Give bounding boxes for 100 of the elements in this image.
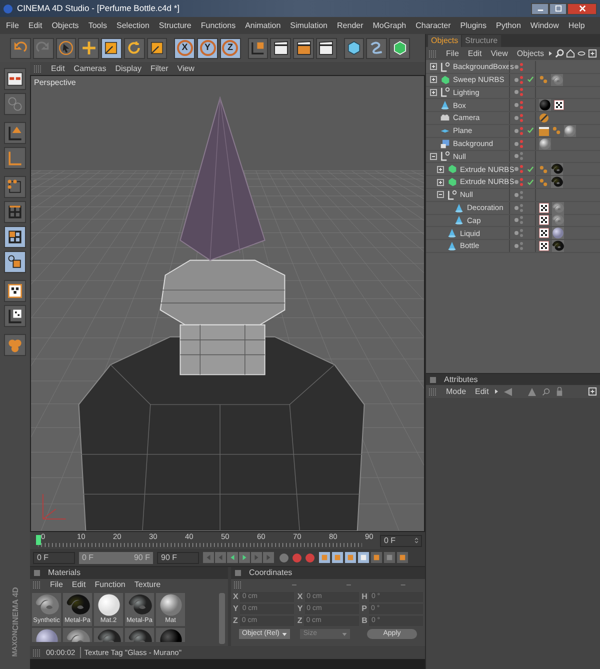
panel-tab[interactable]: Objects: [428, 35, 462, 47]
material-thumbnail[interactable]: [63, 628, 92, 642]
panel-menu-item[interactable]: File: [50, 579, 63, 591]
grip-icon[interactable]: [234, 581, 242, 589]
visibility-dots-icon[interactable]: [514, 151, 524, 162]
tool-button[interactable]: [56, 38, 76, 58]
visibility-dots-icon[interactable]: [514, 87, 524, 98]
record-button[interactable]: [291, 552, 302, 563]
key-mode-button[interactable]: [384, 552, 395, 563]
material-thumbnail[interactable]: [125, 628, 154, 642]
menu-item[interactable]: Objects: [52, 20, 79, 32]
visibility-dots-icon[interactable]: [514, 62, 524, 72]
expand-icon[interactable]: [430, 76, 437, 84]
visibility-dots-icon[interactable]: [514, 177, 524, 188]
record-button[interactable]: [304, 552, 315, 563]
panel-menu-item[interactable]: Objects: [516, 48, 544, 60]
panel-menu-item[interactable]: Edit: [72, 579, 86, 591]
expand-icon[interactable]: [437, 166, 444, 173]
new-panel-icon[interactable]: [588, 387, 597, 396]
visibility-dots-icon[interactable]: [514, 74, 524, 85]
material-thumbnail[interactable]: [94, 628, 123, 642]
checker-tag-icon[interactable]: [539, 241, 549, 252]
menu-item[interactable]: Simulation: [290, 20, 328, 32]
mode-button[interactable]: [4, 251, 26, 273]
visibility-dots-icon[interactable]: [514, 100, 524, 110]
panel-menu-item[interactable]: File: [446, 48, 459, 60]
tool-button[interactable]: [344, 38, 364, 58]
dots-tag-icon[interactable]: [539, 164, 548, 174]
axis-lock-button[interactable]: Y: [197, 38, 218, 58]
expand-icon[interactable]: [430, 63, 437, 70]
panel-menu-item[interactable]: Edit: [468, 48, 482, 60]
check-icon[interactable]: [527, 127, 534, 134]
grip-icon[interactable]: [33, 648, 41, 656]
panel-menu-item[interactable]: Edit: [475, 386, 489, 398]
close-button[interactable]: [567, 2, 597, 14]
grip-icon[interactable]: [33, 581, 41, 589]
menu-item[interactable]: Animation: [245, 20, 281, 32]
key-mode-button[interactable]: [371, 552, 382, 563]
minimize-button[interactable]: [531, 2, 549, 14]
check-icon[interactable]: [527, 178, 534, 186]
collapse-icon[interactable]: [430, 152, 437, 160]
tool-button[interactable]: [366, 38, 388, 58]
axis-lock-button[interactable]: X: [174, 38, 196, 58]
checker-tag-icon[interactable]: [539, 202, 549, 213]
maximize-button[interactable]: [549, 2, 567, 14]
check-icon[interactable]: [527, 76, 534, 84]
mode-button[interactable]: [4, 122, 26, 144]
mode-button[interactable]: [4, 201, 26, 223]
scrollbar[interactable]: [219, 593, 225, 644]
checker-tag-icon[interactable]: [539, 215, 549, 226]
end-frame-field[interactable]: 90 F: [157, 552, 199, 564]
axis-lock-button[interactable]: Z: [220, 38, 241, 58]
panel-menu-item[interactable]: View: [490, 48, 508, 60]
expand-icon[interactable]: [437, 178, 444, 186]
mode-button[interactable]: [4, 305, 26, 327]
more-arrow-icon[interactable]: [494, 389, 498, 394]
visibility-dots-icon[interactable]: [514, 138, 524, 149]
eye-icon[interactable]: [577, 51, 586, 56]
frame-field[interactable]: 0 F: [380, 534, 422, 546]
tool-button[interactable]: [270, 38, 292, 58]
menu-item[interactable]: Tools: [88, 20, 107, 32]
checker-tag-icon[interactable]: [554, 100, 564, 110]
menu-item[interactable]: Plugins: [460, 20, 486, 32]
visibility-dots-icon[interactable]: [514, 190, 524, 200]
viewport[interactable]: Perspective: [30, 75, 425, 532]
tool-button[interactable]: [248, 38, 268, 58]
panel-tab[interactable]: Structure: [462, 35, 501, 47]
visibility-dots-icon[interactable]: [514, 215, 524, 226]
menu-item[interactable]: Edit: [28, 20, 42, 32]
dots-tag-icon[interactable]: [539, 178, 548, 187]
panel-menu-item[interactable]: Cameras: [74, 62, 106, 74]
visibility-dots-icon[interactable]: [514, 202, 524, 213]
menu-item[interactable]: Python: [496, 20, 521, 32]
material-thumbnail[interactable]: [156, 628, 185, 642]
playback-button[interactable]: [227, 552, 238, 563]
panel-menu-item[interactable]: Edit: [51, 62, 65, 74]
check-icon[interactable]: [527, 166, 534, 173]
playback-button[interactable]: [239, 552, 250, 563]
panel-menu-item[interactable]: View: [177, 62, 194, 74]
menu-item[interactable]: Window: [530, 20, 559, 32]
material-thumbnail[interactable]: [32, 628, 61, 642]
visibility-dots-icon[interactable]: [514, 164, 524, 174]
panel-menu-item[interactable]: Texture: [134, 579, 161, 591]
dots-tag-icon[interactable]: [552, 126, 561, 136]
grip-icon[interactable]: [34, 64, 42, 72]
more-arrow-icon[interactable]: [549, 51, 552, 56]
menu-item[interactable]: Structure: [158, 20, 192, 32]
collapse-icon[interactable]: [437, 191, 444, 198]
visibility-dots-icon[interactable]: [514, 241, 524, 252]
menu-item[interactable]: Selection: [116, 20, 150, 32]
search-icon[interactable]: [555, 49, 564, 58]
up-arrow-icon[interactable]: [528, 388, 536, 396]
panel-menu-item[interactable]: Function: [94, 579, 126, 591]
expand-icon[interactable]: [430, 88, 437, 96]
search-icon[interactable]: [542, 388, 550, 396]
menu-item[interactable]: Functions: [200, 20, 236, 32]
mode-button[interactable]: [4, 68, 26, 90]
mode-button[interactable]: [4, 226, 26, 248]
tool-button[interactable]: [101, 38, 122, 58]
record-button[interactable]: [278, 552, 289, 563]
